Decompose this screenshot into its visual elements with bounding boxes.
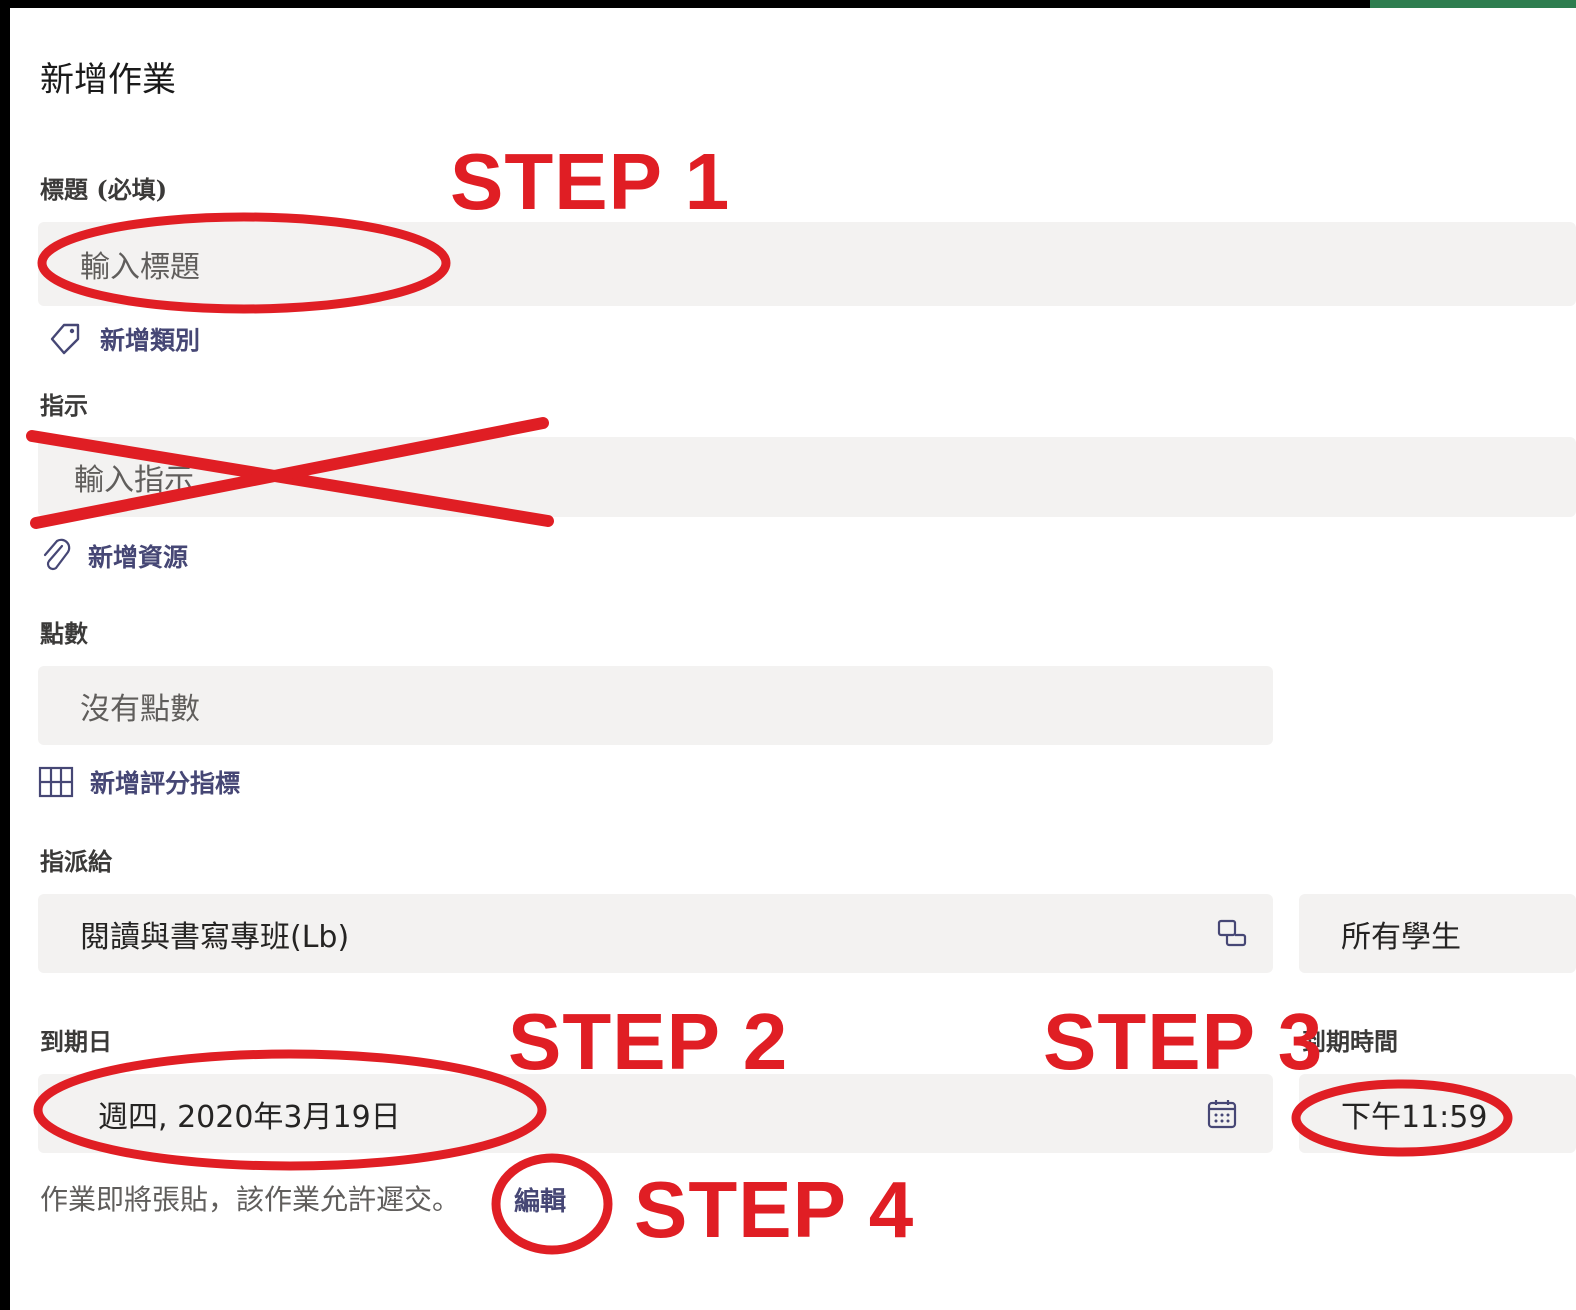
instructions-label: 指示 (40, 391, 88, 420)
window-frame-top (0, 0, 1576, 8)
add-rubric-link[interactable]: 新增評分指標 (38, 764, 240, 800)
add-rubric-label: 新增評分指標 (90, 769, 241, 798)
title-input[interactable]: 輸入標題 (38, 222, 1576, 306)
add-category-link[interactable]: 新增類別 (46, 320, 200, 358)
step4-annotation: STEP 4 (634, 1165, 915, 1254)
add-resource-link[interactable]: 新增資源 (40, 538, 188, 574)
copy-icon (1217, 919, 1247, 946)
title-label: 標題 (必填) (40, 175, 168, 204)
title-placeholder: 輸入標題 (80, 250, 200, 285)
calendar-icon[interactable] (1205, 1097, 1239, 1131)
add-category-label: 新增類別 (100, 326, 201, 355)
late-submission-note: 作業即將張貼，該作業允許遲交。 (40, 1183, 461, 1216)
edit-link[interactable]: 編輯 (514, 1181, 566, 1218)
window-frame-left (0, 0, 10, 1310)
step3-annotation: STEP 3 (1043, 997, 1324, 1086)
points-value: 沒有點數 (80, 691, 200, 727)
add-resource-label: 新增資源 (88, 543, 189, 572)
instructions-input[interactable]: 輸入指示 (38, 437, 1576, 517)
step1-annotation: STEP 1 (450, 137, 731, 226)
step2-annotation: STEP 2 (508, 997, 789, 1086)
assign-class-value: 閱讀與書寫專班(Lb) (80, 919, 350, 955)
assign-class-select[interactable]: 閱讀與書寫專班(Lb) (38, 894, 1273, 973)
due-time-input[interactable]: 下午11:59 (1299, 1074, 1576, 1153)
due-date-value: 週四, 2020年3月19日 (98, 1099, 401, 1135)
instructions-placeholder: 輸入指示 (74, 463, 194, 498)
dialog-title: 新增作業 (40, 60, 176, 100)
points-select[interactable]: 沒有點數 (38, 666, 1273, 745)
grid-icon (38, 766, 74, 798)
assign-students-select[interactable]: 所有學生 (1299, 894, 1576, 973)
assign-students-value: 所有學生 (1341, 919, 1461, 955)
assign-to-label: 指派給 (40, 847, 112, 876)
points-label: 點數 (40, 619, 88, 648)
tag-icon (50, 323, 80, 355)
paperclip-icon (43, 538, 71, 571)
due-time-value: 下午11:59 (1341, 1099, 1488, 1135)
window-accent-bar (1370, 0, 1576, 8)
due-date-label: 到期日 (40, 1027, 112, 1056)
